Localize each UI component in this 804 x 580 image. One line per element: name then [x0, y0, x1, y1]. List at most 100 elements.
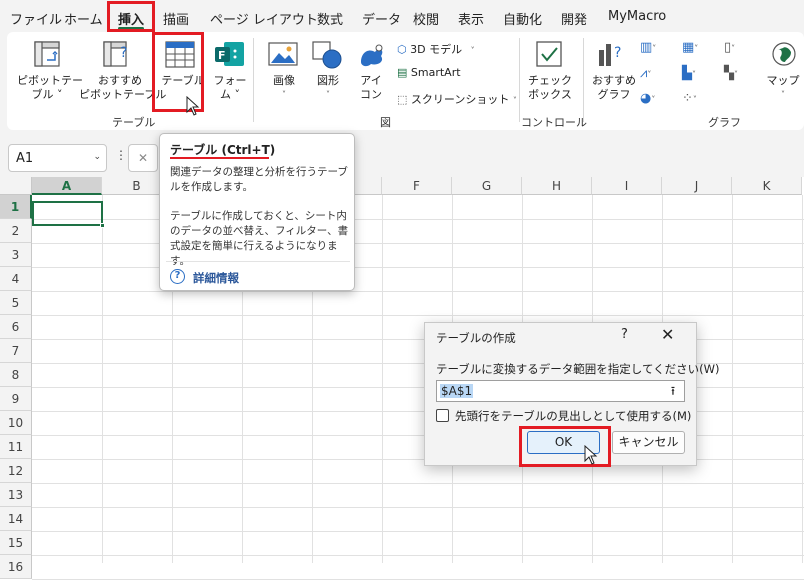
- statistic-chart-icon[interactable]: ▙˅: [682, 66, 696, 81]
- tab-draw[interactable]: 描画: [163, 9, 189, 28]
- header-row-checkbox[interactable]: [436, 409, 449, 422]
- forms-icon[interactable]: F: [214, 40, 246, 70]
- 3d-model-button[interactable]: ⬡ 3D モデル ˅: [397, 41, 475, 57]
- cancel-entry-button[interactable]: ✕: [128, 144, 158, 172]
- combo-chart-icon[interactable]: ▚˅: [724, 66, 738, 81]
- forms-button[interactable]: フォー ム ˅: [210, 74, 250, 102]
- row-header[interactable]: 3: [0, 243, 32, 267]
- help-icon[interactable]: ?: [621, 327, 628, 342]
- formula-bar: A1 ⌄ ⋮ ✕: [0, 132, 804, 177]
- cancel-button[interactable]: キャンセル: [612, 431, 685, 454]
- name-box[interactable]: A1 ⌄: [8, 144, 107, 172]
- row-header[interactable]: 13: [0, 483, 32, 507]
- smartart-button[interactable]: ▤ SmartArt: [397, 66, 461, 79]
- recommended-pivot-icon[interactable]: ?: [101, 40, 133, 70]
- tab-home[interactable]: ホーム: [64, 9, 103, 28]
- row-header[interactable]: 12: [0, 459, 32, 483]
- recommended-chart-icon[interactable]: ?: [596, 40, 628, 70]
- svg-text:?: ?: [120, 45, 127, 61]
- recommended-pivot-button[interactable]: おすすめ ピボットテーブル: [79, 74, 166, 102]
- row-header[interactable]: 16: [0, 555, 32, 579]
- chevron-down-icon[interactable]: ⌄: [93, 152, 101, 162]
- screenshot-button[interactable]: ⬚ スクリーンショット ˅: [397, 91, 517, 107]
- column-header[interactable]: H: [522, 177, 592, 195]
- shapes-button[interactable]: 図形 ˅: [309, 74, 347, 102]
- tab-page-layout[interactable]: ページ レイアウト: [210, 9, 318, 28]
- image-button[interactable]: 画像 ˅: [265, 74, 303, 102]
- row-header[interactable]: 7: [0, 339, 32, 363]
- active-tab-indicator: [118, 27, 144, 30]
- tab-data[interactable]: データ: [362, 9, 401, 28]
- column-chart-icon[interactable]: ▥˅: [640, 40, 656, 55]
- table-button[interactable]: テーブル: [159, 74, 207, 88]
- line-chart-icon[interactable]: ⩘˅: [640, 66, 651, 81]
- tooltip-more-info-link[interactable]: 詳細情報: [193, 270, 239, 286]
- help-icon[interactable]: ?: [170, 269, 185, 284]
- fill-handle[interactable]: [100, 223, 105, 228]
- pie-chart-icon[interactable]: ◕˅: [640, 91, 655, 106]
- ribbon: ピボットテー ブル ˅ ? おすすめ ピボットテーブル テーブル F フォー ム…: [0, 32, 804, 132]
- forms-label-1: フォー: [213, 74, 247, 87]
- row-header[interactable]: 9: [0, 387, 32, 411]
- recommended-chart-button[interactable]: おすすめ グラフ: [589, 74, 639, 102]
- tooltip-detail: テーブルに作成しておくと、シート内のデータの並べ替え、フィルター、書式設定を簡単…: [170, 210, 349, 267]
- column-header[interactable]: G: [452, 177, 522, 195]
- collapse-dialog-icon[interactable]: ⭱: [665, 383, 681, 399]
- more-options-icon[interactable]: ⋮: [115, 148, 127, 162]
- chart-group-label: グラフ: [708, 116, 741, 129]
- tab-insert[interactable]: 挿入: [118, 9, 144, 28]
- recommended-pivot-label-1: おすすめ: [98, 74, 142, 87]
- row-header[interactable]: 5: [0, 291, 32, 315]
- checkbox-icon[interactable]: [534, 40, 566, 70]
- row-header[interactable]: 4: [0, 267, 32, 291]
- shapes-icon[interactable]: [311, 40, 343, 70]
- row-header[interactable]: 2: [0, 219, 32, 243]
- smartart-label: SmartArt: [410, 66, 461, 79]
- tab-developer[interactable]: 開発: [561, 9, 587, 28]
- row-header[interactable]: 14: [0, 507, 32, 531]
- row-header[interactable]: 15: [0, 531, 32, 555]
- row-header[interactable]: 6: [0, 315, 32, 339]
- tooltip-divider: [166, 261, 350, 262]
- group-separator: [583, 38, 584, 122]
- row-header[interactable]: 8: [0, 363, 32, 387]
- icons-icon[interactable]: [355, 40, 387, 70]
- column-header[interactable]: I: [592, 177, 662, 195]
- column-header[interactable]: A: [32, 177, 102, 195]
- scatter-chart-icon[interactable]: ⁘˅: [682, 91, 697, 106]
- mouse-cursor-icon: [584, 444, 598, 465]
- column-header[interactable]: F: [382, 177, 452, 195]
- tab-file[interactable]: ファイル: [10, 9, 62, 28]
- range-input[interactable]: $A$1 ⭱: [436, 380, 685, 402]
- active-cell[interactable]: [32, 201, 103, 226]
- row-header[interactable]: 1: [0, 195, 32, 219]
- close-icon[interactable]: ✕: [661, 325, 674, 344]
- menu-bar: ファイル ホーム 挿入 描画 ページ レイアウト 数式 データ 校閲 表示 自動…: [0, 0, 804, 32]
- smartart-icon: ▤: [397, 66, 408, 79]
- checkbox-button[interactable]: チェック ボックス: [525, 74, 575, 102]
- figure-group-label: 図: [380, 116, 391, 129]
- select-all-corner[interactable]: [0, 177, 32, 195]
- row-header[interactable]: 11: [0, 435, 32, 459]
- column-header[interactable]: J: [662, 177, 732, 195]
- range-input-value: $A$1: [440, 384, 474, 398]
- tab-view[interactable]: 表示: [458, 9, 484, 28]
- hierarchy-chart-icon[interactable]: ▦˅: [682, 40, 698, 55]
- tab-formulas[interactable]: 数式: [317, 9, 343, 28]
- row-header[interactable]: 10: [0, 411, 32, 435]
- tooltip-title-underline: [170, 157, 269, 159]
- pivot-table-button[interactable]: ピボットテー ブル ˅: [17, 74, 83, 102]
- tab-review[interactable]: 校閲: [413, 9, 439, 28]
- header-row-checkbox-label[interactable]: 先頭行をテーブルの見出しとして使用する(M): [455, 408, 691, 424]
- tab-automate[interactable]: 自動化: [503, 9, 542, 28]
- column-header[interactable]: K: [732, 177, 802, 195]
- waterfall-chart-icon[interactable]: ▯˅: [724, 40, 735, 55]
- map-icon[interactable]: [769, 40, 799, 70]
- map-button[interactable]: マップ ˅: [763, 74, 803, 102]
- table-icon[interactable]: [164, 40, 196, 70]
- image-icon[interactable]: [267, 40, 299, 70]
- pivot-table-icon[interactable]: [32, 40, 64, 70]
- ribbon-panel: ピボットテー ブル ˅ ? おすすめ ピボットテーブル テーブル F フォー ム…: [7, 32, 804, 130]
- icons-button[interactable]: アイ コン: [355, 74, 387, 102]
- tab-mymacro[interactable]: MyMacro: [608, 9, 666, 24]
